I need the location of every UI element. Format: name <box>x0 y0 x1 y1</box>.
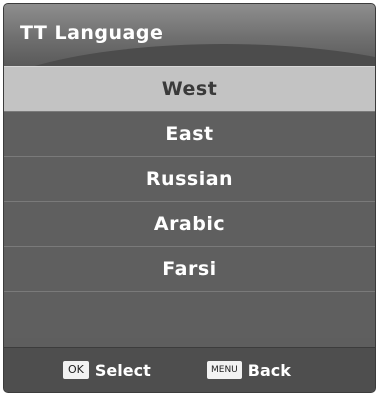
back-hint-label: Back <box>247 360 291 380</box>
header-swoosh-decoration <box>4 44 375 66</box>
language-option-farsi[interactable]: Farsi <box>4 246 375 291</box>
ok-key-icon: OK <box>63 361 89 379</box>
key-hint-bar: OK Select MENU Back <box>4 347 375 392</box>
select-hint-label: Select <box>94 360 151 380</box>
menu-title: TT Language <box>20 22 164 44</box>
select-hint[interactable]: OK Select <box>63 360 151 380</box>
back-hint[interactable]: MENU Back <box>207 360 291 380</box>
language-option-west[interactable]: West <box>4 66 375 111</box>
menu-key-icon: MENU <box>207 361 242 379</box>
language-list: West East Russian Arabic Farsi <box>4 66 375 338</box>
menu-header: TT Language <box>4 4 375 66</box>
tt-language-menu: TT Language West East Russian Arabic Far… <box>4 4 375 392</box>
language-option-arabic[interactable]: Arabic <box>4 201 375 246</box>
language-option-east[interactable]: East <box>4 111 375 156</box>
language-option-russian[interactable]: Russian <box>4 156 375 201</box>
empty-list-row <box>4 291 375 338</box>
